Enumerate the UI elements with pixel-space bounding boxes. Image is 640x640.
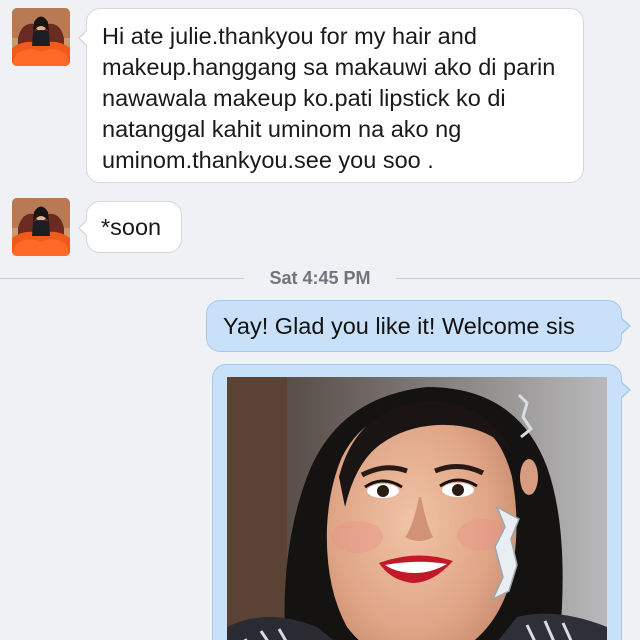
message-thread: Hi ate julie.thankyou for my hair and ma… — [0, 0, 640, 640]
timestamp-divider: Sat 4:45 PM — [0, 264, 640, 292]
timestamp: Sat 4:45 PM — [269, 268, 371, 288]
sender-avatar[interactable] — [12, 8, 70, 66]
message-text: Yay! Glad you like it! Welcome sis — [223, 313, 575, 339]
message-text: Hi ate julie.thankyou for my hair and ma… — [102, 23, 556, 173]
divider-line — [396, 278, 640, 279]
photo-attachment[interactable] — [227, 377, 607, 640]
outgoing-message-bubble[interactable]: Yay! Glad you like it! Welcome sis — [206, 300, 631, 352]
message-text: *soon — [101, 214, 162, 240]
incoming-message-bubble[interactable]: Hi ate julie.thankyou for my hair and ma… — [78, 8, 584, 183]
avatar-photo — [12, 8, 70, 66]
portrait-image — [227, 377, 607, 640]
outgoing-photo-bubble[interactable] — [212, 364, 631, 640]
divider-line — [0, 278, 244, 279]
sender-avatar[interactable] — [12, 198, 70, 256]
avatar-photo — [12, 198, 70, 256]
incoming-message-bubble[interactable]: *soon — [78, 201, 182, 253]
